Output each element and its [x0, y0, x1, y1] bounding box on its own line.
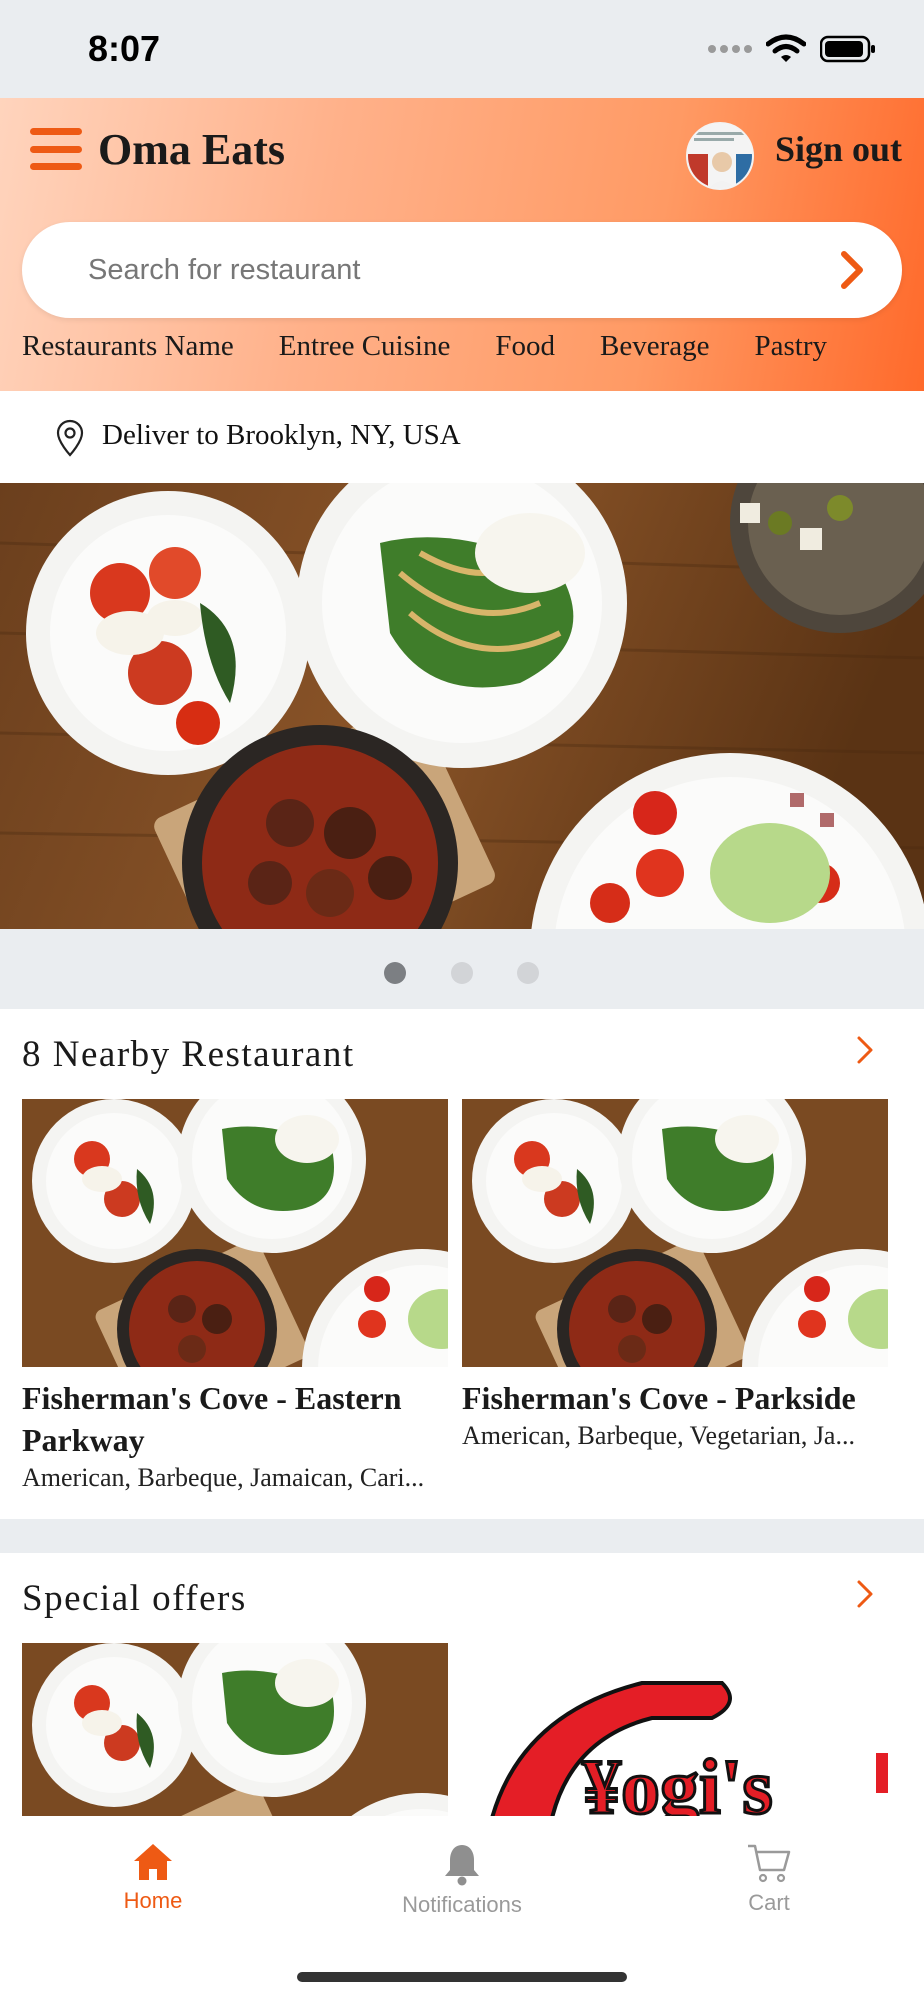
restaurant-name: Fisherman's Cove - Parkside: [462, 1380, 856, 1416]
special-offers-section: Special offers ¥ogi's: [0, 1553, 924, 1816]
offer-card[interactable]: ¥ogi's: [462, 1643, 888, 1816]
nearby-section-title: 8 Nearby Restaurant: [22, 1034, 355, 1075]
category-food[interactable]: Food: [495, 330, 555, 363]
category-pastry[interactable]: Pastry: [754, 330, 827, 363]
chevron-right-icon[interactable]: [832, 250, 872, 290]
restaurant-image: [462, 1099, 888, 1367]
nearby-restaurants-section: 8 Nearby Restaurant Fisherman's Cove - E…: [0, 1009, 924, 1519]
category-beverage[interactable]: Beverage: [600, 330, 710, 363]
restaurant-card[interactable]: Fisherman's Cove - Eastern Parkway Ameri…: [22, 1099, 448, 1495]
yogis-logo: ¥ogi's: [462, 1643, 888, 1816]
offer-image: [22, 1643, 448, 1816]
avatar[interactable]: [686, 122, 754, 190]
location-pin-icon: [56, 419, 84, 457]
wifi-icon: [766, 34, 806, 64]
sign-out-button[interactable]: Sign out: [775, 128, 902, 170]
carousel-pager: [0, 929, 924, 1009]
category-restaurants-name[interactable]: Restaurants Name: [22, 330, 234, 363]
chevron-right-icon[interactable]: [852, 1035, 878, 1065]
cellular-signal-icon: [708, 45, 752, 53]
restaurant-cuisines: American, Barbeque, Vegetarian, Ja...: [462, 1421, 855, 1450]
offer-card[interactable]: [22, 1643, 448, 1816]
carousel-dot-2[interactable]: [451, 962, 473, 984]
svg-text:¥ogi's: ¥ogi's: [582, 1743, 773, 1816]
tab-notifications[interactable]: Notifications: [372, 1842, 552, 1918]
battery-icon: [820, 35, 876, 63]
hamburger-menu-icon[interactable]: [30, 128, 82, 170]
app-header: Oma Eats Sign out Restaurants Name Entre…: [0, 98, 924, 391]
search-input[interactable]: [88, 222, 788, 318]
offers-section-title: Special offers: [22, 1578, 247, 1619]
status-bar: 8:07: [0, 0, 924, 98]
chevron-right-icon[interactable]: [852, 1579, 878, 1609]
carousel-dot-1[interactable]: [384, 962, 406, 984]
category-tabs: Restaurants Name Entree Cuisine Food Bev…: [22, 330, 872, 363]
banner-carousel[interactable]: [0, 483, 924, 929]
restaurant-image: [22, 1099, 448, 1367]
delivery-location[interactable]: Deliver to Brooklyn, NY, USA: [0, 391, 924, 483]
home-icon: [134, 1844, 172, 1880]
tab-home-label: Home: [123, 1888, 183, 1913]
restaurant-cuisines: American, Barbeque, Jamaican, Cari...: [22, 1463, 425, 1492]
tab-home[interactable]: Home: [63, 1842, 243, 1914]
tab-cart-label: Cart: [748, 1890, 790, 1915]
location-text: Deliver to Brooklyn, NY, USA: [102, 419, 461, 451]
status-icons: [708, 34, 876, 64]
home-indicator: [297, 1972, 627, 1982]
tab-cart[interactable]: Cart: [679, 1842, 859, 1916]
restaurant-card[interactable]: Fisherman's Cove - Parkside American, Ba…: [462, 1099, 888, 1453]
restaurant-name: Fisherman's Cove - Eastern Parkway: [22, 1380, 402, 1458]
tab-notifications-label: Notifications: [402, 1892, 522, 1917]
category-entree-cuisine[interactable]: Entree Cuisine: [279, 330, 451, 363]
search-bar[interactable]: [22, 222, 902, 318]
bell-icon: [445, 1845, 479, 1886]
status-time: 8:07: [88, 28, 161, 69]
section-divider: [0, 1519, 924, 1553]
carousel-dot-3[interactable]: [517, 962, 539, 984]
cart-icon: [748, 1844, 791, 1883]
food-banner-image: [0, 483, 924, 929]
app-title: Oma Eats: [98, 125, 285, 174]
